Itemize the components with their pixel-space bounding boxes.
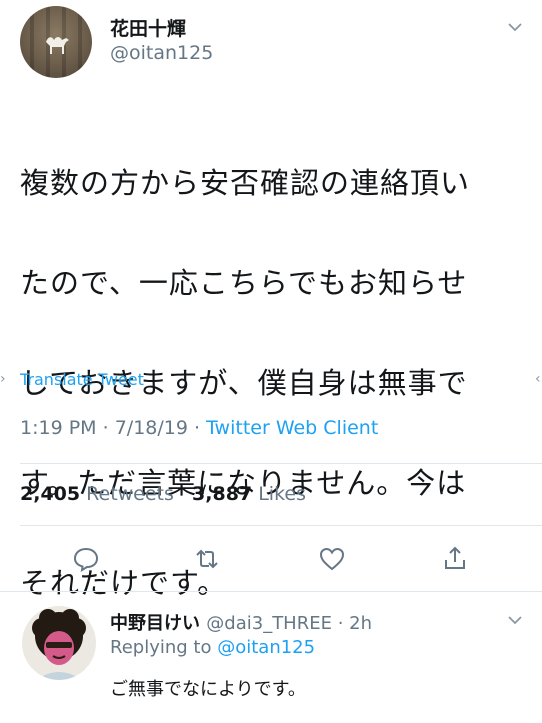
like-icon[interactable] [318, 545, 346, 573]
chevron-down-icon[interactable] [508, 22, 522, 32]
cartoon-avatar-image [32, 609, 86, 680]
divider [20, 463, 542, 464]
replying-to-mention[interactable]: @oitan125 [217, 637, 315, 658]
divider [0, 591, 542, 592]
likes-count[interactable]: 3,887 [192, 483, 252, 505]
tweet-text-line: 複数の方から安否確認の連絡頂い [20, 166, 471, 200]
replying-to-prefix: Replying to [110, 637, 212, 658]
reply-icon[interactable] [72, 545, 100, 573]
retweet-icon[interactable] [193, 545, 221, 573]
tweet-meta: 1:19 PM · 7/18/19 · Twitter Web Client [20, 417, 379, 439]
share-icon[interactable] [441, 544, 469, 572]
tweet-text-line: たので、一応こちらでもお知らせ [20, 266, 468, 300]
retweets-label[interactable]: Retweets [86, 483, 174, 505]
edge-marker-right: ‹ [535, 371, 541, 387]
reply-author-handle[interactable]: @dai3_THREE [206, 613, 332, 634]
likes-label[interactable]: Likes [258, 483, 306, 505]
reply-author-name[interactable]: 中野目けい [110, 613, 200, 634]
author-handle[interactable]: @oitan125 [110, 42, 213, 64]
reply-time: 2h [349, 613, 373, 634]
retweets-count[interactable]: 2,405 [20, 483, 80, 505]
chevron-down-icon[interactable] [508, 615, 522, 625]
author-name[interactable]: 花田十輝 [110, 14, 186, 41]
reply-text: ご無事でなによりです。 [110, 679, 306, 700]
edge-marker-left: › [0, 371, 6, 387]
tweet-time: 1:19 PM [20, 417, 97, 439]
tweet-client-link[interactable]: Twitter Web Client [206, 417, 378, 439]
translate-tweet-link[interactable]: Translate Tweet [20, 370, 144, 389]
tweet-stats: 2,405 Retweets 3,887 Likes [20, 483, 306, 505]
camel-image [46, 37, 69, 54]
reply-author-avatar[interactable] [22, 606, 96, 680]
reply-author-line: 中野目けい @dai3_THREE · 2h [110, 613, 373, 634]
tweet-date: 7/18/19 [114, 417, 188, 439]
replying-to-line: Replying to @oitan125 [110, 637, 315, 658]
author-avatar[interactable] [20, 6, 92, 78]
divider [20, 525, 542, 526]
